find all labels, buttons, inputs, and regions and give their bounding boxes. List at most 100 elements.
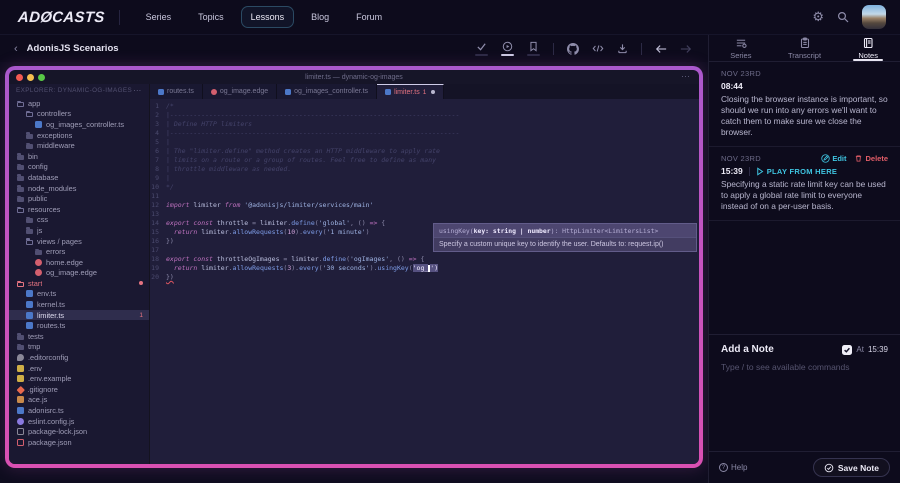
file-icon-ts — [158, 88, 164, 95]
file-icon-env — [17, 375, 24, 383]
tree-item-label: package.json — [28, 437, 72, 447]
adocasts-logo[interactable]: ADØCASTS — [17, 9, 105, 26]
toolbar-divider — [641, 42, 642, 55]
timestamp-checkbox[interactable] — [842, 344, 853, 355]
note-timestamp[interactable]: 08:44 — [721, 81, 743, 91]
tree-item-routes.ts[interactable]: routes.ts — [9, 320, 149, 331]
note-time-row: 15:39 PLAY FROM HERE — [721, 166, 888, 176]
note-input[interactable] — [721, 362, 888, 442]
line-number: 16 — [151, 237, 159, 245]
tree-item-start[interactable]: start — [9, 278, 149, 289]
note-text: Closing the browser instance is importan… — [721, 94, 888, 137]
mark-complete-button[interactable] — [475, 41, 488, 56]
tree-item-public[interactable]: public — [9, 193, 149, 204]
tree-item-env.ts[interactable]: env.ts — [9, 289, 149, 300]
tree-item-config[interactable]: config — [9, 162, 149, 173]
github-button[interactable] — [567, 42, 579, 55]
panel-bottom-bar: ? Help Save Note — [709, 451, 900, 483]
tree-item-label: ace.js — [28, 395, 48, 405]
tree-item-.gitignore[interactable]: .gitignore — [9, 384, 149, 395]
next-lesson-button — [680, 44, 692, 54]
delete-note-button[interactable]: Delete — [854, 154, 888, 163]
nav-item-topics[interactable]: Topics — [188, 6, 234, 28]
search-icon[interactable] — [837, 11, 849, 23]
tree-item-views-pages[interactable]: views / pages — [9, 236, 149, 247]
tree-item-exceptions[interactable]: exceptions — [9, 130, 149, 141]
file-icon-json-lock — [17, 428, 24, 436]
code-line: 3 | Define HTTP limiters — [150, 120, 699, 129]
play-from-here-button[interactable]: PLAY FROM HERE — [756, 167, 837, 176]
tree-item-label: errors — [46, 247, 66, 257]
video-player[interactable]: limiter.ts — dynamic-og-images ⋯ EXPLORE… — [0, 62, 708, 483]
tab-label: og_image.edge — [219, 88, 269, 95]
explorer-more-icon[interactable]: ⋯ — [133, 86, 142, 95]
tree-item-label: config — [28, 162, 48, 172]
tree-item-database[interactable]: database — [9, 172, 149, 183]
tree-item-tmp[interactable]: tmp — [9, 342, 149, 353]
editor-tab-routes.ts[interactable]: routes.ts — [150, 84, 203, 99]
autoplay-state-underline — [501, 54, 514, 56]
note-timestamp[interactable]: 15:39 — [721, 166, 743, 176]
code-text: | throttle middleware as needed. — [166, 165, 292, 173]
tab-series[interactable]: Series — [709, 35, 773, 61]
folder-icon — [17, 185, 24, 192]
lesson-series-title[interactable]: AdonisJS Scenarios — [27, 43, 119, 54]
nav-item-series[interactable]: Series — [136, 6, 182, 28]
code-line: 11 — [150, 192, 699, 201]
play-from-here-label: PLAY FROM HERE — [766, 166, 838, 176]
tree-item-og-image.edge[interactable]: og_image.edge — [9, 268, 149, 279]
tree-item-kernel.ts[interactable]: kernel.ts — [9, 299, 149, 310]
nav-item-blog[interactable]: Blog — [301, 6, 339, 28]
titlebar-more-icon: ⋯ — [681, 71, 691, 81]
tree-item-label: bin — [28, 151, 38, 161]
tree-item-.env.example[interactable]: .env.example — [9, 373, 149, 384]
code-area[interactable]: 1 /* 2 |-----------------------------------… — [150, 99, 699, 464]
editor-tab-og_images_controller.ts[interactable]: og_images_controller.ts — [277, 84, 378, 99]
tree-item-og-images-controller.ts[interactable]: og_images_controller.ts — [9, 119, 149, 130]
nav-item-forum[interactable]: Forum — [346, 6, 392, 28]
code-line: 18 export const throttleOgImages = limite… — [150, 255, 699, 264]
gear-icon[interactable]: ⚙ — [812, 11, 824, 24]
tree-item-bin[interactable]: bin — [9, 151, 149, 162]
bookmark-icon — [528, 41, 539, 52]
modified-dot-badge — [139, 281, 143, 286]
tree-item-resources[interactable]: resources — [9, 204, 149, 215]
embed-button[interactable] — [592, 43, 604, 54]
line-number: 11 — [151, 192, 159, 200]
avatar[interactable] — [862, 5, 886, 29]
tab-notes[interactable]: Notes — [836, 35, 900, 61]
bookmark-button[interactable] — [527, 41, 540, 56]
tree-item-.editorconfig[interactable]: .editorconfig — [9, 352, 149, 363]
tree-item-home.edge[interactable]: home.edge — [9, 257, 149, 268]
save-note-button[interactable]: Save Note — [812, 458, 890, 477]
tree-item-package-lock.json[interactable]: package-lock.json — [9, 426, 149, 437]
previous-lesson-button[interactable] — [655, 44, 667, 54]
tree-item-eslint.config.js[interactable]: eslint.config.js — [9, 416, 149, 427]
editor-tab-limiter.ts[interactable]: limiter.ts 1 — [377, 84, 445, 99]
tree-item-css[interactable]: css — [9, 215, 149, 226]
editor-tab-og_image.edge[interactable]: og_image.edge — [202, 84, 278, 99]
tree-item-adonisrc.ts[interactable]: adonisrc.ts — [9, 405, 149, 416]
tree-item-ace.js[interactable]: ace.js — [9, 395, 149, 406]
download-button[interactable] — [617, 43, 628, 54]
code-text: */ — [166, 183, 174, 191]
close-light-icon — [16, 74, 23, 81]
tree-item-node-modules[interactable]: node_modules — [9, 183, 149, 194]
help-button[interactable]: ? Help — [719, 463, 747, 472]
tree-item-package.json[interactable]: package.json — [9, 437, 149, 448]
tree-item-.env[interactable]: .env — [9, 363, 149, 374]
tree-item-app[interactable]: app — [9, 98, 149, 109]
tree-item-middleware[interactable]: middleware — [9, 140, 149, 151]
tree-item-limiter.ts[interactable]: limiter.ts 1 — [9, 309, 149, 321]
edit-note-button[interactable]: Edit — [821, 154, 846, 163]
tab-transcript[interactable]: Transcript — [773, 35, 837, 61]
nav-item-lessons[interactable]: Lessons — [240, 6, 295, 28]
tree-item-errors[interactable]: errors — [9, 246, 149, 257]
tree-item-label: .env — [28, 363, 42, 373]
line-number: 9 — [155, 174, 159, 182]
back-icon[interactable]: ‹ — [14, 43, 18, 55]
tree-item-js[interactable]: js — [9, 225, 149, 236]
autoplay-button[interactable] — [501, 41, 514, 56]
tree-item-controllers[interactable]: controllers — [9, 109, 149, 120]
tree-item-tests[interactable]: tests — [9, 331, 149, 342]
